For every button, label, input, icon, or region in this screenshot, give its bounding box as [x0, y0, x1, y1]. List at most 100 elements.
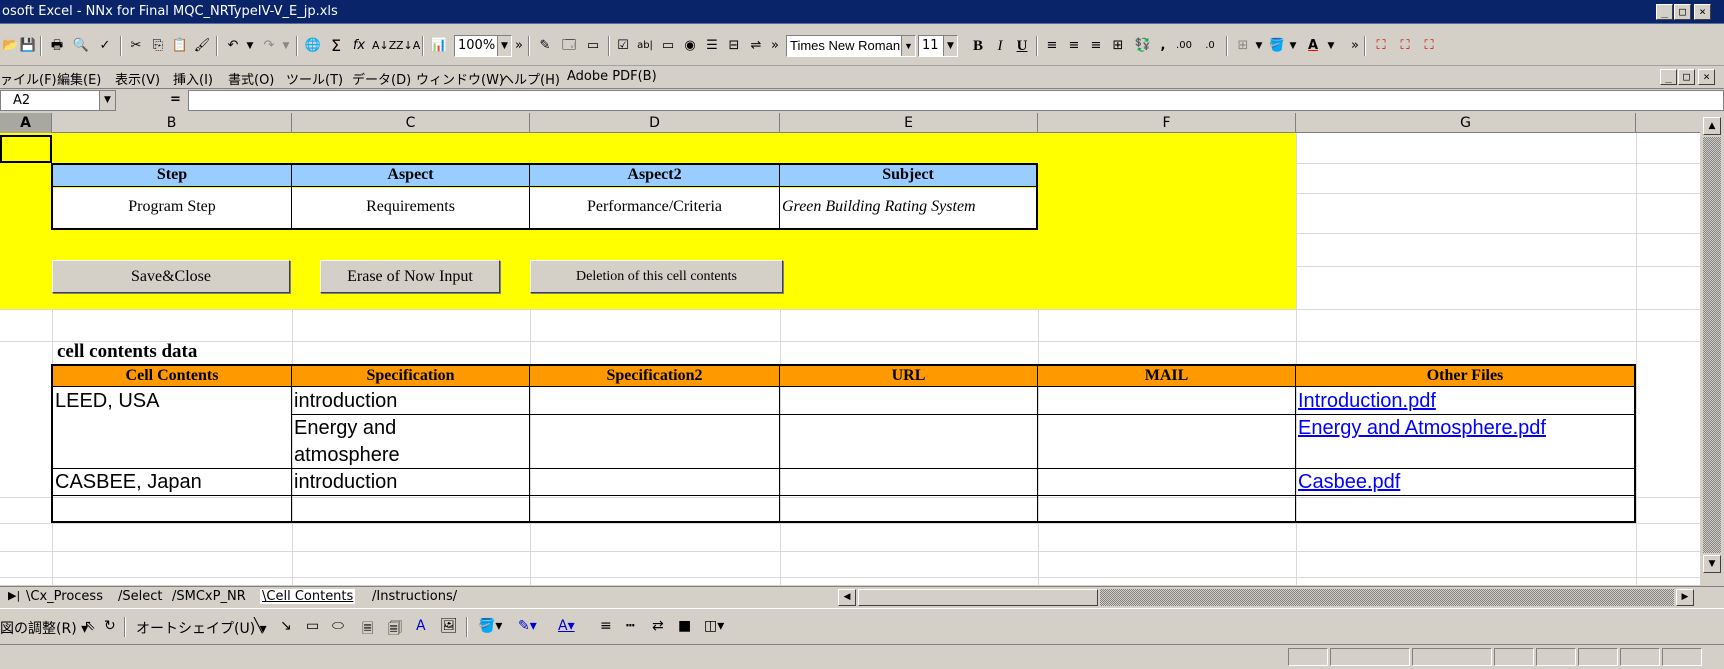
line-style-icon[interactable]: ≡	[600, 618, 612, 634]
menu-window[interactable]: ウィンドウ(W)	[416, 69, 504, 88]
save-icon[interactable]: 💾	[18, 35, 38, 57]
bold-button[interactable]: B	[968, 35, 988, 57]
combobox-control-icon[interactable]: ⊟	[724, 35, 744, 57]
menu-format[interactable]: 書式(O)	[228, 69, 274, 88]
cell-grid[interactable]: Step Aspect Aspect2 Subject Program Step…	[0, 133, 1700, 585]
decrease-decimal-button[interactable]: .0	[1198, 35, 1222, 57]
row2-specification-cont[interactable]: atmosphere	[294, 444, 400, 467]
redo-dropdown-icon[interactable]: ▼	[280, 35, 292, 57]
worksheet[interactable]: A B C D E F G Step Aspect Aspect2 Subjec…	[0, 113, 1700, 585]
drawing-icon[interactable]: ✎	[534, 35, 556, 57]
pdf-review-icon[interactable]: ⛶	[1418, 35, 1440, 57]
currency-icon[interactable]: 💱	[1132, 35, 1154, 57]
doc-close-button[interactable]: ×	[1698, 69, 1715, 85]
hscroll-left-icon[interactable]: ◀	[838, 589, 856, 606]
value-subject[interactable]: Green Building Rating System	[782, 198, 1036, 216]
rectangle-icon[interactable]: ▭	[306, 618, 319, 634]
borders-dropdown-icon[interactable]: ▼	[1254, 35, 1264, 57]
toolbar-overflow-2-icon[interactable]: »	[770, 35, 780, 57]
print-icon[interactable]: 🖶	[46, 35, 68, 57]
value-aspect[interactable]: Requirements	[292, 198, 529, 216]
option-control-icon[interactable]: ◉	[680, 35, 700, 57]
value-aspect2[interactable]: Performance/Criteria	[530, 198, 779, 216]
fill-color-icon[interactable]: 🪣	[1266, 35, 1288, 57]
minimize-button[interactable]: _	[1656, 4, 1673, 20]
format-painter-icon[interactable]: 🖌	[192, 35, 212, 57]
hyperlink-icon[interactable]: 🌐	[302, 35, 324, 57]
clipart-icon[interactable]: 🖼	[440, 618, 458, 634]
tab-cell-contents[interactable]: \Cell Contents	[260, 589, 356, 604]
row1-cell-contents[interactable]: LEED, USA	[55, 390, 159, 413]
vertical-scrollbar[interactable]: ▲ ▼	[1700, 113, 1724, 585]
menu-help[interactable]: ヘルプ(H)	[501, 69, 560, 88]
menu-tools[interactable]: ツール(T)	[286, 69, 343, 88]
hscroll-track[interactable]	[1100, 589, 1674, 606]
arrow-style-icon[interactable]: ⇄	[652, 618, 664, 634]
save-close-button[interactable]: Save&Close	[52, 260, 290, 293]
copy-icon[interactable]: ⎘	[148, 35, 168, 57]
undo-dropdown-icon[interactable]: ▼	[244, 35, 256, 57]
align-left-icon[interactable]: ≡	[1042, 35, 1062, 57]
autoshapes-menu[interactable]: オートシェイプ(U) ▾	[136, 618, 267, 638]
align-right-icon[interactable]: ≡	[1086, 35, 1106, 57]
tab-smcxp-nr[interactable]: /SMCxP_NR	[172, 589, 246, 604]
font-color-dropdown-icon[interactable]: ▼	[1326, 35, 1336, 57]
sort-ascending-icon[interactable]: A↓Z	[372, 35, 396, 57]
menu-file[interactable]: ァイル(F)	[0, 69, 57, 88]
borders-icon[interactable]: ⊞	[1232, 35, 1254, 57]
open-icon[interactable]: 📂	[2, 35, 18, 57]
menu-adobe-pdf[interactable]: Adobe PDF(B)	[567, 69, 657, 84]
toolbar-overflow-icon[interactable]: »	[514, 35, 524, 57]
doc-minimize-button[interactable]: _	[1660, 69, 1677, 85]
underline-button[interactable]: U	[1012, 35, 1032, 57]
draw-menu[interactable]: 図の調整(R) ▾	[0, 618, 88, 638]
menu-view[interactable]: 表示(V)	[115, 69, 160, 88]
line-icon[interactable]: ╲	[254, 618, 262, 634]
tab-cx-process[interactable]: \Cx_Process	[26, 589, 103, 604]
delete-cell-contents-button[interactable]: Deletion of this cell contents	[530, 260, 783, 293]
cut-icon[interactable]: ✂	[126, 35, 146, 57]
chart-wizard-icon[interactable]: 📊	[428, 35, 450, 57]
3d-icon[interactable]: ◫▾	[704, 618, 724, 634]
toolbar-overflow-3-icon[interactable]: »	[1350, 35, 1360, 57]
row1-other-files-link[interactable]: Introduction.pdf	[1298, 390, 1436, 413]
checkbox-control-icon[interactable]: ☑	[614, 35, 632, 57]
col-header-b[interactable]: B	[52, 113, 292, 133]
fill-dropdown-icon[interactable]: ▼	[1288, 35, 1298, 57]
tab-instructions[interactable]: /Instructions/	[372, 589, 457, 604]
vertical-textbox-icon[interactable]: 🗐	[388, 618, 402, 642]
paste-icon[interactable]: 📋	[170, 35, 190, 57]
col-header-c[interactable]: C	[292, 113, 530, 133]
free-rotate-icon[interactable]: ↻	[104, 618, 116, 634]
hscroll-thumb[interactable]	[858, 589, 1098, 606]
shadow-icon[interactable]: ■	[678, 618, 691, 634]
undo-icon[interactable]: ↶	[222, 35, 244, 57]
menu-insert[interactable]: 挿入(I)	[173, 69, 213, 88]
row2-specification[interactable]: Energy and	[294, 417, 396, 440]
scroll-down-icon[interactable]: ▼	[1703, 555, 1721, 573]
listbox-control-icon[interactable]: ☰	[702, 35, 722, 57]
pdf-convert-icon[interactable]: ⛶	[1370, 35, 1392, 57]
fill-color-draw-icon[interactable]: 🪣▾	[478, 618, 502, 634]
row3-cell-contents[interactable]: CASBEE, Japan	[55, 471, 202, 494]
row3-other-files-link[interactable]: Casbee.pdf	[1298, 471, 1400, 494]
col-header-g[interactable]: G	[1296, 113, 1636, 133]
increase-decimal-button[interactable]: .00	[1172, 35, 1196, 57]
menu-edit[interactable]: 編集(E)	[57, 69, 101, 88]
oval-icon[interactable]: ⬭	[332, 618, 344, 634]
row3-specification[interactable]: introduction	[294, 471, 397, 494]
wordart-icon[interactable]: A	[416, 618, 426, 634]
arrow-icon[interactable]: ↘	[280, 618, 292, 634]
close-button[interactable]: ×	[1694, 4, 1711, 20]
zoom-select[interactable]: 100% ▼	[454, 35, 512, 57]
name-box[interactable]: A2 ▼	[0, 90, 116, 111]
print-preview-icon[interactable]: 🔍	[70, 35, 92, 57]
line-color-icon[interactable]: ✎▾	[518, 618, 537, 634]
erase-input-button[interactable]: Erase of Now Input	[320, 260, 500, 293]
tab-select[interactable]: /Select	[118, 589, 163, 604]
button-control-icon[interactable]: ▭	[658, 35, 678, 57]
col-header-d[interactable]: D	[530, 113, 780, 133]
col-header-e[interactable]: E	[780, 113, 1038, 133]
merge-center-icon[interactable]: ⊞	[1108, 35, 1128, 57]
selected-cell[interactable]	[0, 135, 52, 163]
